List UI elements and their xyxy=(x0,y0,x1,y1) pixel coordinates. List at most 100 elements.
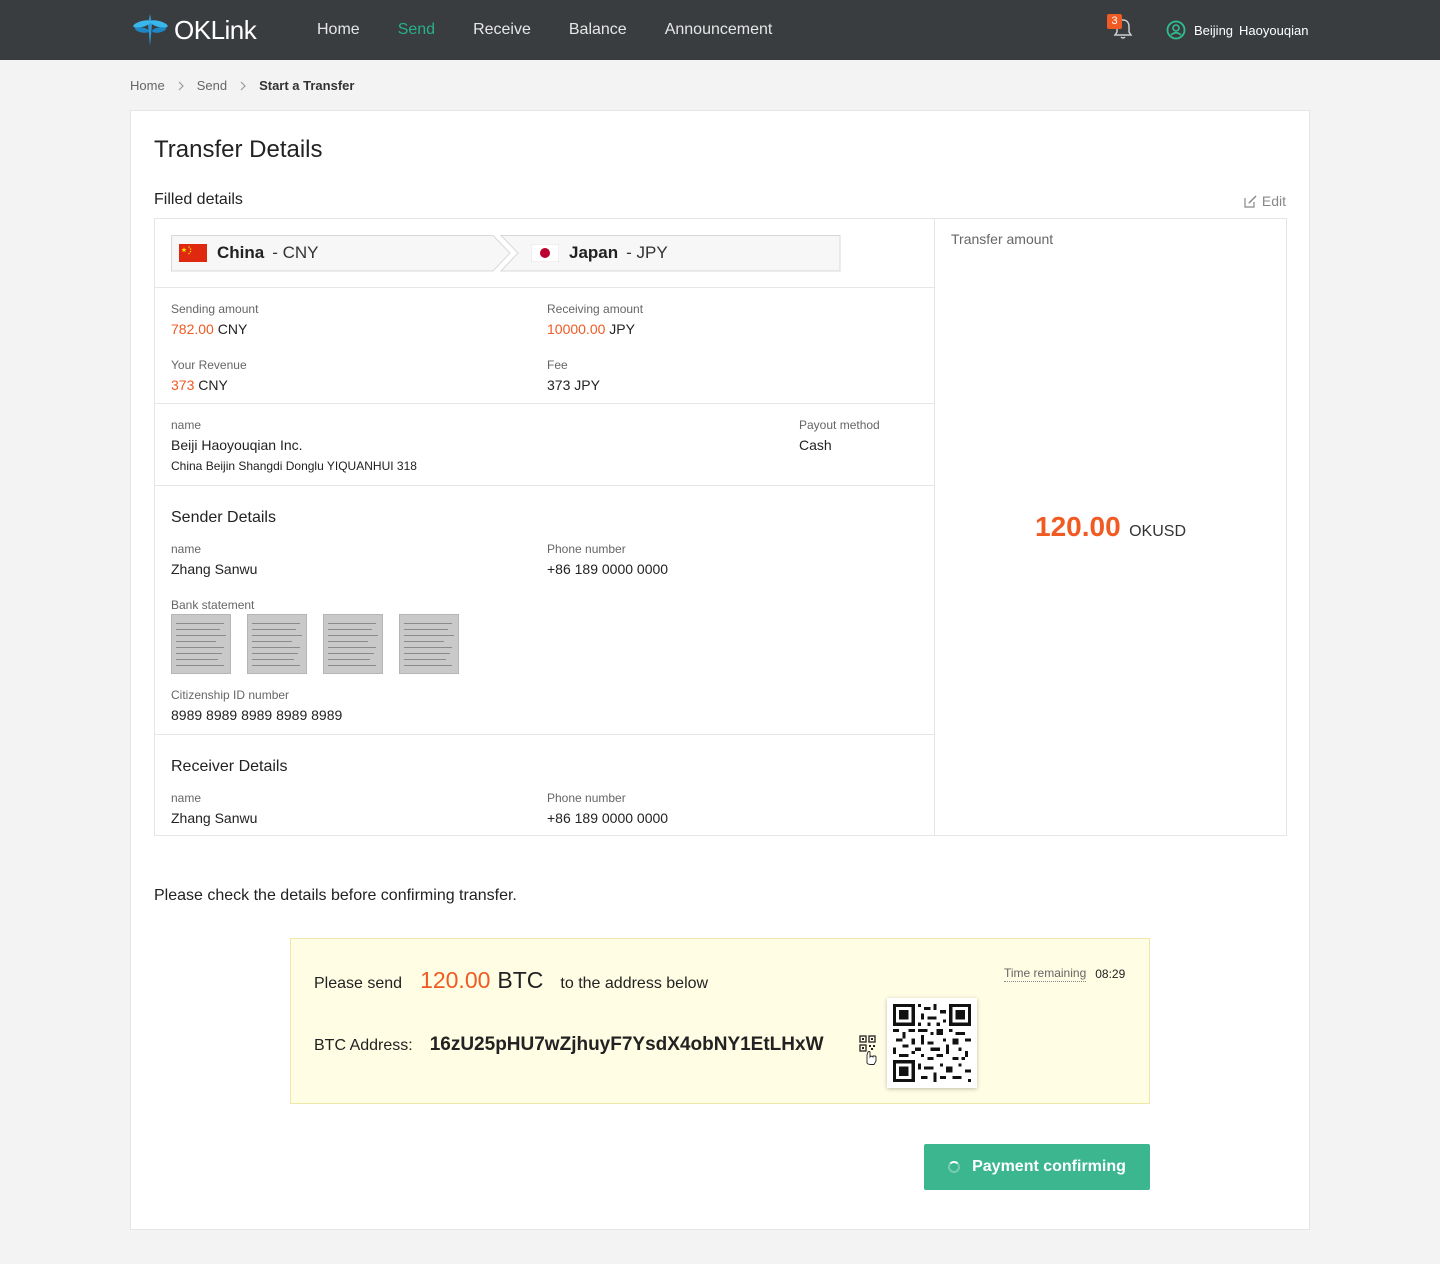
payee-name: Beiji Haoyouqian Inc. xyxy=(171,437,303,453)
sender-phone-label: Phone number xyxy=(547,542,626,556)
transfer-card: Transfer Details Filled details Edit Chi… xyxy=(130,110,1310,1230)
edit-label: Edit xyxy=(1261,193,1286,209)
breadcrumb-current: Start a Transfer xyxy=(259,78,355,93)
payment-amount: 120.00 xyxy=(420,967,491,993)
qr-code-image xyxy=(893,1004,971,1082)
payout-method-value: Cash xyxy=(799,437,832,453)
revenue-label: Your Revenue xyxy=(171,358,247,372)
payee-address: China Beijin Shangdi Donglu YIQUANHUI 31… xyxy=(171,459,417,473)
receiving-amount-currency: JPY xyxy=(609,321,635,337)
route-to: Japan - JPY xyxy=(531,235,668,271)
sending-amount-number: 782.00 xyxy=(171,321,214,337)
payout-method-label: Payout method xyxy=(799,418,880,432)
citizenship-id-value: 8989 8989 8989 8989 8989 xyxy=(171,707,343,723)
payee-section: name Beiji Haoyouqian Inc. China Beijin … xyxy=(155,403,934,485)
payment-suffix: to the address below xyxy=(560,975,709,992)
edit-button[interactable]: Edit xyxy=(1244,193,1286,209)
nav-home[interactable]: Home xyxy=(317,21,360,39)
to-currency: - JPY xyxy=(626,243,668,262)
main-nav: Home Send Receive Balance Announcement xyxy=(317,0,810,60)
chevron-right-icon xyxy=(240,81,246,90)
payment-confirming-button[interactable]: Payment confirming xyxy=(924,1144,1150,1190)
citizenship-id-label: Citizenship ID number xyxy=(171,688,290,702)
details-left-column: China - CNY Japan - JPY Sending amount 7… xyxy=(155,219,935,835)
btc-address-value[interactable]: 16zU25pHU7wZjhuyF7YsdX4obNY1EtLHxW xyxy=(430,1034,824,1056)
payment-prefix: Please send xyxy=(314,975,403,992)
loading-spinner-icon xyxy=(948,1161,961,1173)
chevron-right-icon xyxy=(178,81,184,90)
transfer-amount-unit: OKUSD xyxy=(1129,523,1186,540)
edit-icon xyxy=(1244,195,1257,208)
btc-address-label: BTC Address: xyxy=(314,1037,413,1054)
receiver-details-title: Receiver Details xyxy=(171,758,288,775)
sender-details-title: Sender Details xyxy=(171,509,276,526)
nav-receive[interactable]: Receive xyxy=(473,21,531,39)
logo-text: OKLink xyxy=(174,14,257,45)
time-remaining: Time remaining 08:29 xyxy=(1004,966,1125,982)
bank-statement-thumbnails xyxy=(171,614,471,674)
bank-statement-thumbnail[interactable] xyxy=(171,614,231,674)
revenue-value: 373 CNY xyxy=(171,377,228,393)
nav-announcement[interactable]: Announcement xyxy=(665,21,773,39)
sender-name-label: name xyxy=(171,542,202,556)
receiving-amount-number: 10000.00 xyxy=(547,321,606,337)
sending-amount-label: Sending amount xyxy=(171,302,259,316)
transfer-amount-value: 120.00 xyxy=(1035,511,1121,542)
payment-instruction: Please send 120.00 BTC to the address be… xyxy=(314,967,708,994)
bank-statement-label: Bank statement xyxy=(171,598,255,612)
route-from: China - CNY xyxy=(179,235,319,271)
bank-statement-thumbnail[interactable] xyxy=(247,614,307,674)
fee-label: Fee xyxy=(547,358,568,372)
confirmation-note: Please check the details before confirmi… xyxy=(154,887,517,904)
payment-instruction-box: Please send 120.00 BTC to the address be… xyxy=(290,938,1150,1104)
qr-code-icon[interactable] xyxy=(859,1035,877,1065)
from-country: China xyxy=(217,243,265,262)
user-avatar-icon xyxy=(1166,20,1186,40)
filled-details-label: Filled details xyxy=(154,191,243,208)
time-remaining-label: Time remaining xyxy=(1004,966,1087,982)
user-menu[interactable]: Beijing Haoyouqian xyxy=(1166,20,1308,40)
notification-badge: 3 xyxy=(1107,14,1122,29)
revenue-number: 373 xyxy=(171,377,195,393)
transfer-amount-total: 120.00 OKUSD xyxy=(935,511,1286,543)
from-currency: - CNY xyxy=(272,243,319,262)
currency-route: China - CNY Japan - JPY xyxy=(171,235,841,272)
bank-statement-thumbnail[interactable] xyxy=(399,614,459,674)
transfer-amount-label: Transfer amount xyxy=(951,231,1054,247)
fee-value: 373 JPY xyxy=(547,377,600,393)
oklink-logo[interactable]: OKLink xyxy=(130,8,257,52)
sender-phone: +86 189 0000 0000 xyxy=(547,561,669,577)
nav-send[interactable]: Send xyxy=(398,21,435,39)
receiver-name-label: name xyxy=(171,791,202,805)
receiver-phone: +86 189 0000 0000 xyxy=(547,810,669,826)
to-country: Japan xyxy=(569,243,619,262)
user-name-last: Haoyouqian xyxy=(1239,22,1309,38)
breadcrumb: Home Send Start a Transfer xyxy=(130,78,354,93)
nav-balance[interactable]: Balance xyxy=(569,21,627,39)
receiving-amount-label: Receiving amount xyxy=(547,302,644,316)
china-flag-icon xyxy=(179,244,207,262)
top-navigation-bar: OKLink Home Send Receive Balance Announc… xyxy=(0,0,1440,60)
breadcrumb-home[interactable]: Home xyxy=(130,78,165,93)
payment-currency: BTC xyxy=(497,967,544,993)
amounts-section: Sending amount 782.00 CNY Receiving amou… xyxy=(155,287,934,403)
revenue-currency: CNY xyxy=(198,377,228,393)
btc-address-qr-code xyxy=(887,998,977,1088)
payment-confirming-label: Payment confirming xyxy=(972,1158,1126,1175)
receiving-amount-value: 10000.00 JPY xyxy=(547,321,635,337)
receiver-name: Zhang Sanwu xyxy=(171,810,258,826)
japan-flag-icon xyxy=(531,244,559,262)
filled-details-box: China - CNY Japan - JPY Sending amount 7… xyxy=(154,218,1287,836)
dragonfly-logo-icon xyxy=(133,14,168,46)
sending-amount-value: 782.00 CNY xyxy=(171,321,247,337)
receiver-section: Receiver Details name Zhang Sanwu Phone … xyxy=(155,734,934,835)
page-title: Transfer Details xyxy=(154,136,323,163)
breadcrumb-send[interactable]: Send xyxy=(197,78,227,93)
receiver-phone-label: Phone number xyxy=(547,791,626,805)
time-remaining-value: 08:29 xyxy=(1095,967,1126,981)
sender-section: Sender Details name Zhang Sanwu Phone nu… xyxy=(155,485,934,735)
payee-name-label: name xyxy=(171,418,202,432)
transfer-amount-panel: Transfer amount 120.00 OKUSD xyxy=(935,219,1286,835)
user-name-first: Beijing xyxy=(1194,22,1234,38)
bank-statement-thumbnail[interactable] xyxy=(323,614,383,674)
